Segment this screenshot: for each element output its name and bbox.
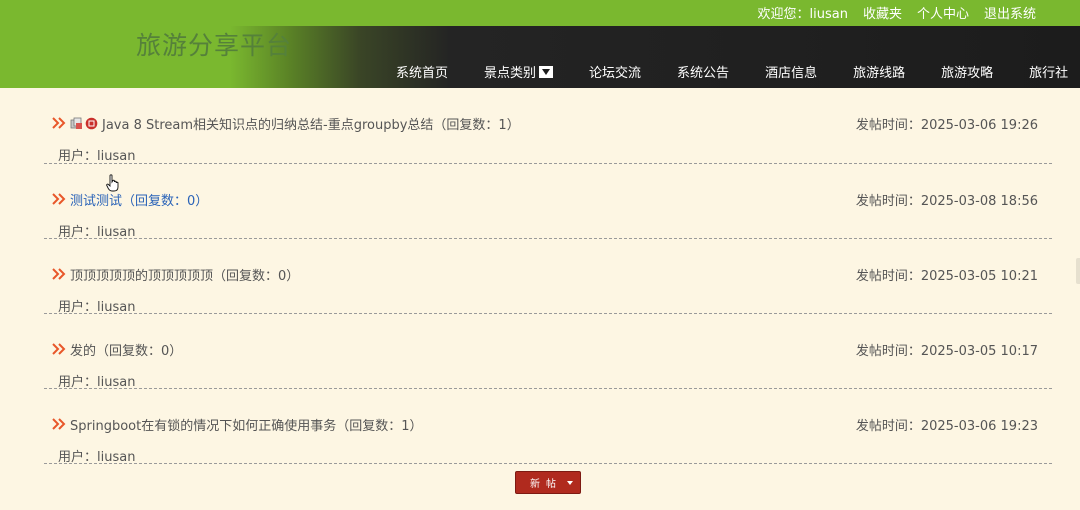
site-title: 旅游分享平台 xyxy=(136,31,293,60)
post-title-line: Java 8 Stream相关知识点的归纳总结-重点groupby总结（回复数：… xyxy=(52,114,520,133)
post-title-link[interactable]: Springboot在有锁的情况下如何正确使用事务（回复数：1） xyxy=(70,415,422,434)
double-arrow-icon xyxy=(52,193,66,205)
welcome-text: 欢迎您：liusan xyxy=(757,7,848,22)
multi-page-icon xyxy=(70,117,82,129)
post-title-link[interactable]: 发的（回复数：0） xyxy=(70,340,182,359)
nav-item-5[interactable]: 酒店信息 xyxy=(765,62,818,81)
post-title-line: 发的（回复数：0） xyxy=(52,340,182,359)
nav-item-label: 旅游攻略 xyxy=(941,66,994,81)
nav-item-6[interactable]: 旅游线路 xyxy=(853,62,906,81)
nav-item-label: 论坛交流 xyxy=(589,66,642,81)
post-author: 用户：liusan xyxy=(58,450,136,465)
nav-item-7[interactable]: 旅游攻略 xyxy=(941,62,994,81)
profile-link[interactable]: 个人中心 xyxy=(917,3,969,22)
page-edge-handle xyxy=(1076,258,1080,284)
logout-link[interactable]: 退出系统 xyxy=(984,3,1036,22)
double-arrow-icon xyxy=(52,343,66,355)
double-arrow-icon xyxy=(52,418,66,430)
nav-item-label: 系统首页 xyxy=(396,66,449,81)
post-author: 用户：liusan xyxy=(58,225,136,240)
post-title-link[interactable]: Java 8 Stream相关知识点的归纳总结-重点groupby总结（回复数：… xyxy=(102,114,520,133)
nav-item-label: 系统公告 xyxy=(677,66,730,81)
post-title-link[interactable]: 测试测试（回复数：0） xyxy=(70,190,208,209)
post-time: 发帖时间：2025-03-05 10:21 xyxy=(855,269,1038,284)
nav-item-1[interactable]: 系统首页 xyxy=(396,62,449,81)
nav-item-3[interactable]: 论坛交流 xyxy=(589,62,642,81)
new-post-label: 新帖 xyxy=(530,479,562,490)
favorites-link[interactable]: 收藏夹 xyxy=(863,3,902,22)
post-title-line: Springboot在有锁的情况下如何正确使用事务（回复数：1） xyxy=(52,415,422,434)
site-header: 旅游分享平台 欢迎您：liusan 收藏夹 个人中心 退出系统 系统首页 景点类别… xyxy=(0,0,1080,88)
nav-item-label: 旅行社 xyxy=(1029,66,1069,81)
nav-item-label: 酒店信息 xyxy=(765,66,818,81)
hand-cursor-icon xyxy=(106,174,120,192)
post-title-line: 顶顶顶顶顶的顶顶顶顶顶（回复数：0） xyxy=(52,265,299,284)
post-row: Springboot在有锁的情况下如何正确使用事务（回复数：1） 发帖时间：202… xyxy=(44,389,1052,465)
post-list: Java 8 Stream相关知识点的归纳总结-重点groupby总结（回复数：… xyxy=(44,88,1052,465)
main-nav: 系统首页 景点类别 论坛交流 系统公告 酒店信息 旅游线路 旅游攻略 旅行社 xyxy=(396,62,1069,81)
new-badge-icon xyxy=(85,117,98,129)
post-title-line: 测试测试（回复数：0） xyxy=(52,190,208,209)
chevron-down-icon[interactable] xyxy=(539,66,554,78)
post-time: 发帖时间：2025-03-08 18:56 xyxy=(855,194,1038,209)
post-time: 发帖时间：2025-03-06 19:23 xyxy=(855,419,1038,434)
post-time: 发帖时间：2025-03-06 19:26 xyxy=(855,118,1038,133)
post-row: Java 8 Stream相关知识点的归纳总结-重点groupby总结（回复数：… xyxy=(44,88,1052,164)
double-arrow-icon xyxy=(52,268,66,280)
post-author: 用户：liusan xyxy=(58,300,136,315)
nav-item-2[interactable]: 景点类别 xyxy=(484,62,554,81)
post-author: 用户：liusan xyxy=(58,375,136,390)
post-author: 用户：liusan xyxy=(58,149,136,164)
post-row: 测试测试（回复数：0） 发帖时间：2025-03-08 18:56 用户：liusa… xyxy=(44,164,1052,240)
user-links: 欢迎您：liusan 收藏夹 个人中心 退出系统 xyxy=(757,3,1037,22)
post-row: 发的（回复数：0） 发帖时间：2025-03-05 10:17 用户：liusan xyxy=(44,314,1052,390)
nav-item-label: 旅游线路 xyxy=(853,66,906,81)
new-post-button[interactable]: 新帖 xyxy=(515,471,581,494)
post-time: 发帖时间：2025-03-05 10:17 xyxy=(855,344,1038,359)
post-status-icons xyxy=(70,117,98,130)
nav-item-4[interactable]: 系统公告 xyxy=(677,62,730,81)
caret-down-icon xyxy=(567,481,573,485)
post-row: 顶顶顶顶顶的顶顶顶顶顶（回复数：0） 发帖时间：2025-03-05 10:21 用… xyxy=(44,239,1052,315)
post-title-link[interactable]: 顶顶顶顶顶的顶顶顶顶顶（回复数：0） xyxy=(70,265,299,284)
double-arrow-icon xyxy=(52,117,66,129)
nav-item-8[interactable]: 旅行社 xyxy=(1029,62,1069,81)
nav-item-label: 景点类别 xyxy=(484,66,537,81)
